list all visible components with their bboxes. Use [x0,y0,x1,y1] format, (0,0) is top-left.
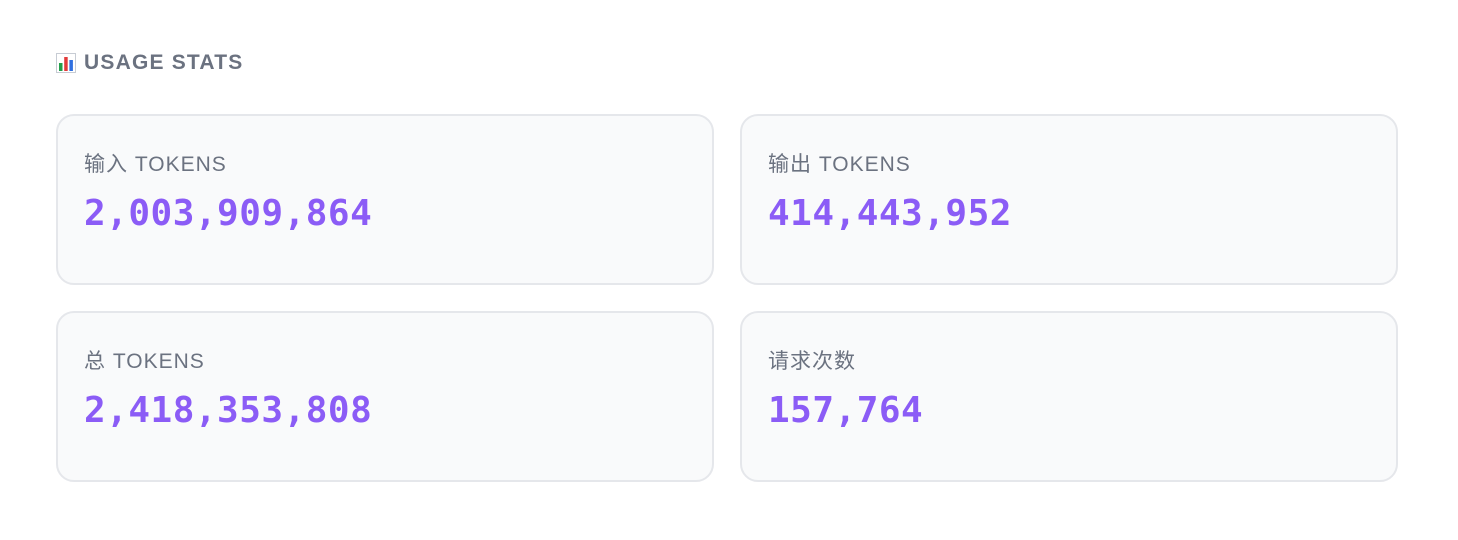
stat-value: 414,443,952 [768,193,1012,234]
stat-value: 157,764 [768,390,924,431]
usage-stats-panel: USAGE STATS 输入 TOKENS 2,003,909,864 输出 T… [0,0,1458,540]
stat-card-output-tokens: 输出 TOKENS 414,443,952 [740,114,1398,285]
stat-value: 2,003,909,864 [84,193,373,234]
stat-label: 请求次数 [768,350,856,373]
stat-card-input-tokens: 输入 TOKENS 2,003,909,864 [56,114,714,285]
stat-label: 总 TOKENS [84,350,205,373]
stat-label: 输入 TOKENS [84,153,227,176]
section-header: USAGE STATS [56,48,243,78]
stat-value: 2,418,353,808 [84,390,373,431]
stat-label: 输出 TOKENS [768,153,911,176]
bar-chart-icon [56,53,76,73]
stat-card-total-tokens: 总 TOKENS 2,418,353,808 [56,311,714,482]
section-title: USAGE STATS [84,51,244,74]
stat-card-request-count: 请求次数 157,764 [740,311,1398,482]
stats-grid: 输入 TOKENS 2,003,909,864 输出 TOKENS 414,44… [56,114,1398,482]
